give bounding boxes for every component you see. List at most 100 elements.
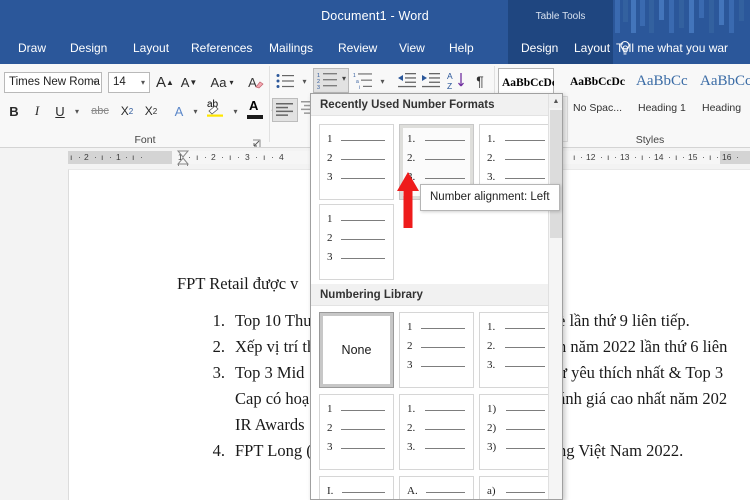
doc-list-number: 1.: [199, 311, 225, 331]
numbering-dropdown-panel[interactable]: Recently Used Number Formats 1 2 3 1. 2.…: [310, 93, 563, 500]
subscript-button[interactable]: X2: [117, 101, 137, 121]
doc-list-text-right: ng Việt Nam 2022.: [558, 441, 683, 461]
tab-layout[interactable]: Layout: [125, 33, 177, 64]
library-format-5[interactable]: 1) 2) 3): [479, 394, 554, 470]
bullet-list-icon: [274, 70, 298, 92]
sort-button[interactable]: A Z: [446, 70, 468, 92]
doc-list-number: 2.: [199, 337, 225, 357]
align-left-icon: [275, 101, 295, 119]
decrease-indent-icon: [396, 70, 418, 90]
library-format-2[interactable]: 1. 2. 3.: [479, 312, 554, 388]
tab-draw[interactable]: Draw: [10, 33, 54, 64]
font-name-combo[interactable]: Times New Roma ▾: [4, 72, 102, 93]
doc-list-text-right: n năm 2022 lần thứ 6 liên: [558, 337, 727, 357]
text-effects-button[interactable]: A: [170, 101, 188, 121]
recent-format-4[interactable]: 1 2 3: [319, 204, 394, 280]
tab-view[interactable]: View: [391, 33, 433, 64]
underline-chevron-down-icon[interactable]: ▾: [70, 101, 84, 121]
title-bar: Table Tools Document1 - Word: [0, 0, 750, 33]
italic-button[interactable]: I: [28, 101, 46, 121]
multilevel-list-button[interactable]: 1 a i: [353, 70, 377, 92]
scroll-up-icon[interactable]: ▲: [549, 94, 563, 108]
library-format-1[interactable]: 1 2 3: [399, 312, 474, 388]
tab-references[interactable]: References: [183, 33, 260, 64]
increase-indent-icon: [420, 70, 442, 90]
tab-design[interactable]: Design: [62, 33, 115, 64]
library-format-7[interactable]: A. B.: [399, 476, 474, 500]
tab-help[interactable]: Help: [441, 33, 482, 64]
svg-text:3: 3: [317, 85, 320, 91]
tab-table-design[interactable]: Design: [513, 33, 566, 64]
multilevel-list-icon: 1 a i: [353, 70, 377, 92]
doc-list-text: Xếp vị trí th: [235, 337, 315, 357]
multilevel-chevron-down-icon[interactable]: ▾: [377, 72, 388, 91]
numbering-chevron-down-icon[interactable]: ▾: [342, 74, 346, 83]
document-title: Document1 - Word: [0, 0, 750, 33]
chevron-down-icon: ▾: [141, 73, 145, 93]
styles-group-label: Styles: [590, 134, 710, 146]
shrink-font-button[interactable]: A▼: [178, 72, 200, 93]
doc-list-text-right: ư yêu thích nhất & Top 3: [558, 363, 723, 383]
word-application-window: Table Tools Document1 - Word Draw Design…: [0, 0, 750, 500]
svg-text:Z: Z: [447, 81, 452, 91]
doc-list-text-right: ánh giá cao nhất năm 202: [558, 389, 727, 409]
recent-format-1[interactable]: 1 2 3: [319, 124, 394, 200]
underline-button[interactable]: U: [51, 101, 69, 121]
library-format-6[interactable]: I. II.: [319, 476, 394, 500]
doc-list-text-right: è lần thứ 9 liên tiếp.: [558, 311, 690, 331]
style-item-heading-2[interactable]: AaBbCc Heading: [700, 68, 750, 124]
doc-list-text: Top 10 Thu: [235, 311, 311, 331]
recently-used-header: Recently Used Number Formats: [311, 94, 562, 116]
highlighter-icon: [206, 105, 228, 117]
strikethrough-button[interactable]: abc: [88, 101, 112, 121]
dropdown-scrollbar[interactable]: ▲: [548, 94, 562, 499]
font-size-combo[interactable]: 14 ▾: [108, 72, 150, 93]
red-arrow-annotation: [396, 172, 420, 228]
font-dialog-launcher[interactable]: [252, 135, 261, 144]
bullets-button[interactable]: [274, 70, 298, 92]
tooltip-number-alignment: Number alignment: Left: [420, 184, 560, 211]
library-format-3[interactable]: 1 2 3: [319, 394, 394, 470]
font-color-button[interactable]: A: [246, 100, 266, 122]
library-format-none[interactable]: None: [319, 312, 394, 388]
grow-font-button[interactable]: A▲: [154, 72, 176, 93]
align-left-button[interactable]: [272, 98, 298, 122]
sort-icon: A Z: [446, 70, 468, 91]
increase-indent-button[interactable]: [420, 70, 442, 92]
bold-button[interactable]: B: [5, 101, 23, 121]
numbering-button[interactable]: 1 2 3 ▾: [313, 68, 349, 93]
highlight-chevron-down-icon[interactable]: ▾: [229, 101, 242, 121]
font-group-label: Font: [90, 134, 200, 146]
tab-table-layout[interactable]: Layout: [566, 33, 618, 64]
doc-list-number: 4.: [199, 441, 225, 461]
svg-text:i: i: [359, 85, 360, 91]
tab-mailings[interactable]: Mailings: [261, 33, 321, 64]
numbered-list-icon: 1 2 3: [317, 71, 343, 91]
doc-list-text: FPT Long (: [235, 441, 312, 461]
doc-list-number: 3.: [199, 363, 225, 383]
decrease-indent-button[interactable]: [396, 70, 418, 92]
superscript-button[interactable]: X2: [141, 101, 161, 121]
tell-me-search[interactable]: Tell me what you war: [616, 33, 728, 64]
eraser-icon: [255, 80, 264, 89]
svg-text:A: A: [447, 71, 453, 81]
style-item-no-spacing[interactable]: AaBbCcDc No Spac...: [570, 68, 628, 124]
group-separator: [269, 66, 270, 142]
library-format-8[interactable]: a) b): [479, 476, 554, 500]
doc-list-text: Cap có hoạ: [235, 389, 309, 409]
indent-markers[interactable]: [176, 149, 190, 167]
text-highlight-button[interactable]: ab: [206, 100, 228, 122]
style-item-heading-1[interactable]: AaBbCc Heading 1: [636, 68, 696, 124]
library-format-4[interactable]: 1. 2. 3.: [399, 394, 474, 470]
show-formatting-marks-button[interactable]: ¶: [470, 70, 490, 92]
clear-formatting-button[interactable]: A: [244, 72, 268, 93]
scrollbar-thumb[interactable]: [550, 110, 562, 238]
doc-list-text: IR Awards: [235, 415, 305, 435]
none-label: None: [320, 313, 393, 387]
numbering-library-header: Numbering Library: [311, 284, 562, 306]
text-effects-chevron-down-icon[interactable]: ▾: [189, 101, 202, 121]
change-case-button[interactable]: Aa▾: [204, 72, 240, 93]
bullets-chevron-down-icon[interactable]: ▾: [299, 72, 310, 91]
chevron-down-icon: ▾: [93, 73, 97, 93]
tab-review[interactable]: Review: [330, 33, 385, 64]
